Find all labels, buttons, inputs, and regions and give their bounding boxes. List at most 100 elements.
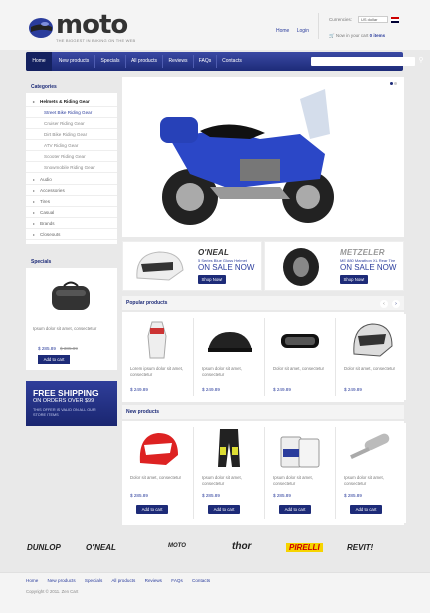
goggles-icon [281, 334, 319, 348]
top-links: Home Login [276, 28, 315, 34]
chevron-right-icon: ▸ [33, 210, 36, 215]
top-link-home[interactable]: Home [276, 28, 289, 34]
product-card[interactable]: Ipsum dolor sit amet, consectetur $ 285.… [265, 423, 335, 523]
helmet-icon [139, 433, 178, 465]
category-item[interactable]: ▸ Casual [26, 207, 117, 218]
nav-contacts[interactable]: Contacts [218, 52, 246, 71]
slider-dot[interactable] [390, 82, 393, 85]
product-price: $ 249.89 [202, 387, 220, 392]
product-card[interactable]: Ipsum dolor sit amet, consectetur $ 285.… [336, 423, 406, 523]
promo-banner-metzeler[interactable]: METZELER ME 880 Marathon XL Rear Tire ON… [264, 241, 404, 291]
cart-text: Now in your cart [335, 33, 369, 38]
top-link-login[interactable]: Login [297, 28, 309, 34]
brand-logo-oneal[interactable]: O'NEAL [86, 543, 116, 552]
special-desc: Ipsum dolor sit amet, consectetur [33, 326, 97, 331]
currency-cart-box: Currencies: US dollar 🛒 Now in your cart… [318, 13, 404, 39]
footer-link[interactable]: Specials [85, 578, 102, 583]
tagline: THE BIGGEST IN BIKING ON THE WEB [56, 38, 136, 43]
shop-now-button[interactable]: Shop Now! [340, 275, 368, 284]
brand-logo-thor[interactable]: thor [232, 541, 251, 552]
helmet-icon [136, 251, 184, 281]
nav-faqs[interactable]: FAQs [195, 52, 215, 71]
product-card[interactable]: Dolor sit amet, consectetur $ 249.89 [265, 314, 335, 400]
add-to-cart-button[interactable]: Add to cart [208, 505, 240, 514]
nav-divider [162, 55, 163, 68]
category-item[interactable]: ▸ Tires [26, 196, 117, 207]
specials-title: Specials [26, 256, 117, 268]
search-input[interactable] [311, 57, 415, 66]
hero-slider[interactable] [122, 77, 404, 237]
subcategory-item[interactable]: Street Bike Riding Gear [26, 107, 117, 118]
subcategory-item[interactable]: Scooter Riding Gear [26, 151, 117, 162]
chevron-right-icon: ▸ [33, 221, 36, 226]
slider-dot[interactable] [394, 82, 397, 85]
product-desc: Dolor sit amet, consectetur [130, 475, 182, 480]
special-add-to-cart-button[interactable]: Add to cart [38, 355, 70, 364]
free-shipping-subtitle: ON ORDERS OVER $99 [33, 398, 95, 404]
product-desc: Ipsum dolor sit amet, consectetur [202, 475, 242, 486]
add-to-cart-button[interactable]: Add to cart [350, 505, 382, 514]
helmet-logo-icon[interactable] [27, 16, 54, 40]
uk-flag-icon[interactable] [391, 17, 399, 23]
exhaust-icon [350, 433, 390, 460]
free-shipping-banner[interactable]: FREE SHIPPING ON ORDERS OVER $99 THIS OF… [26, 381, 117, 426]
subcategory-item[interactable]: Snowmobile Riding Gear [26, 162, 117, 173]
category-item[interactable]: ▸ Brands [26, 218, 117, 229]
next-arrow-icon[interactable]: › [392, 300, 400, 308]
bag-icon[interactable] [46, 278, 96, 314]
motorcycle-image [160, 89, 334, 225]
cart-summary[interactable]: 🛒 Now in your cart 0 items [329, 33, 385, 39]
product-price: $ 285.89 [344, 493, 362, 498]
footer-links: Home New products Specials All products … [26, 578, 218, 583]
helmet-icon [353, 323, 393, 357]
product-desc: Dolor sit amet, consectetur [344, 366, 396, 371]
oil-icon [280, 436, 320, 468]
category-item[interactable]: ▸ Helmets & Riding Gear [26, 96, 117, 107]
product-price: $ 249.89 [344, 387, 362, 392]
subcategory-item[interactable]: Cruiser Riding Gear [26, 118, 117, 129]
product-card[interactable]: Ipsum dolor sit amet, consectetur $ 249.… [194, 314, 264, 400]
product-card[interactable]: Ipsum dolor sit amet, consectetur $ 285.… [194, 423, 264, 523]
footer-link[interactable]: All products [111, 578, 135, 583]
footer-link[interactable]: Home [26, 578, 38, 583]
nav-home[interactable]: Home [26, 52, 52, 71]
product-price: $ 249.89 [130, 387, 148, 392]
product-card[interactable]: Dolor sit amet, consectetur $ 285.89 Add… [122, 423, 192, 523]
footer-link[interactable]: Reviews [145, 578, 162, 583]
footer-link[interactable]: FAQs [171, 578, 183, 583]
currency-select[interactable]: US dollar [358, 16, 388, 23]
product-desc: Ipsum dolor sit amet, consectetur [273, 475, 313, 486]
cart-count: 0 items [369, 33, 386, 38]
product-card[interactable]: Lorem ipsum dolor sit amet, consectetur … [122, 314, 192, 400]
nav-all-products[interactable]: All products [127, 52, 161, 71]
subcategory-item[interactable]: Dirt Bike Riding Gear [26, 129, 117, 140]
chevron-right-icon: ▸ [33, 188, 36, 193]
category-item[interactable]: ▸ Accessories [26, 185, 117, 196]
logo-text[interactable]: moto [56, 10, 128, 40]
nav-specials[interactable]: Specials [96, 52, 124, 71]
footer-link[interactable]: New products [48, 578, 76, 583]
add-to-cart-button[interactable]: Add to cart [136, 505, 168, 514]
promo-banner-oneal[interactable]: O'NEAL 5 Series Blue Gloss Helmet ON SAL… [122, 241, 262, 291]
subcategory-item[interactable]: ATV Riding Gear [26, 140, 117, 151]
brand-logo-revit[interactable]: REVIT! [347, 543, 373, 552]
product-card[interactable]: Dolor sit amet, consectetur $ 249.89 [336, 314, 406, 400]
categories-title: Categories [26, 81, 117, 93]
banner-brand: METZELER [340, 248, 385, 257]
main-nav: Home New products Specials All products … [26, 52, 424, 71]
brand-logo-dunlop[interactable]: DUNLOP [27, 543, 61, 552]
prev-arrow-icon[interactable]: ‹ [380, 300, 388, 308]
brand-logo-moto[interactable]: MOTO [168, 543, 186, 549]
footer-link[interactable]: Contacts [192, 578, 210, 583]
nav-reviews[interactable]: Reviews [164, 52, 192, 71]
product-price: $ 285.89 [273, 493, 291, 498]
specials-panel: Specials Ipsum dolor sit amet, consectet… [26, 256, 117, 370]
add-to-cart-button[interactable]: Add to cart [279, 505, 311, 514]
category-item[interactable]: ▸ Closeouts [26, 229, 117, 240]
brand-logo-pirelli[interactable]: PIRELLI [286, 543, 323, 552]
currency-label: Currencies: [329, 17, 353, 22]
shop-now-button[interactable]: Shop Now! [198, 275, 226, 284]
nav-new-products[interactable]: New products [54, 52, 94, 71]
search-icon[interactable]: ⚲ [417, 57, 425, 66]
category-item[interactable]: ▸ Audio [26, 174, 117, 185]
